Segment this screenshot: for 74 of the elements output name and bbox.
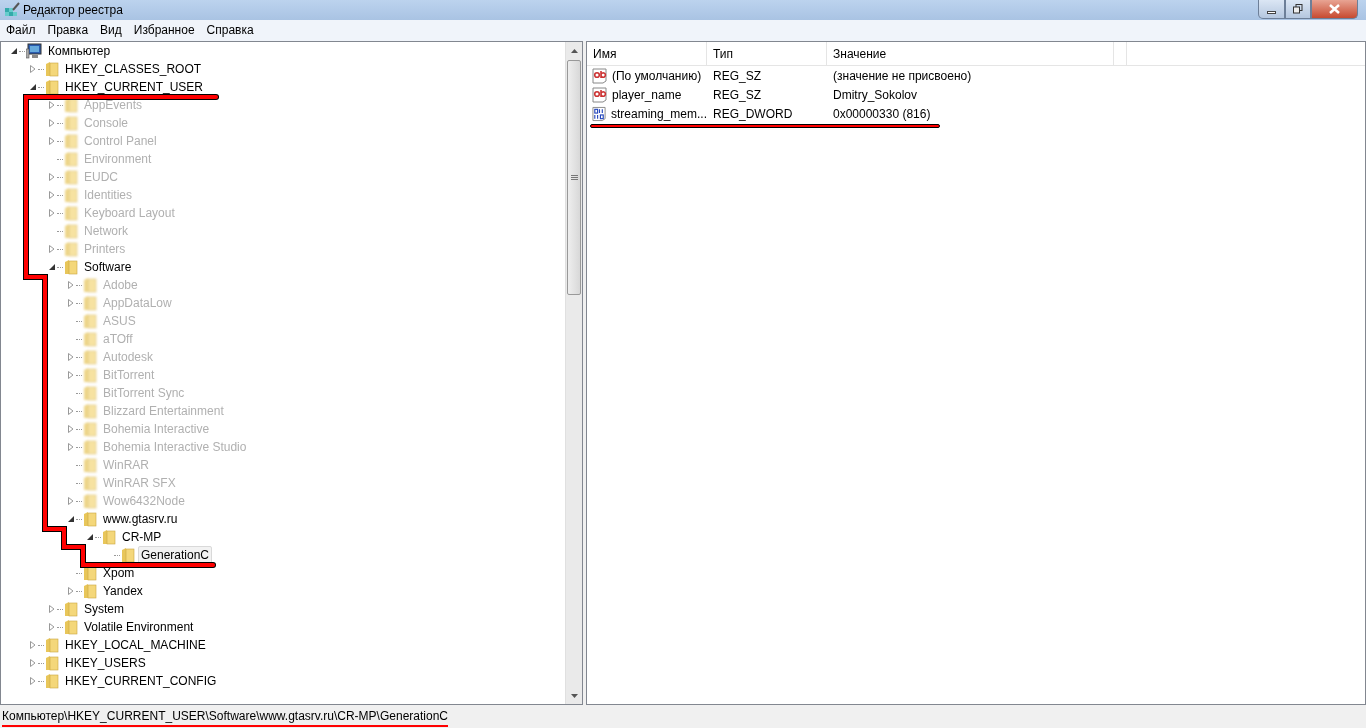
tree-item[interactable]: CR-MP <box>119 528 165 546</box>
tree-item[interactable]: System <box>81 600 127 618</box>
outline-triangle-icon[interactable] <box>29 659 37 667</box>
value-type: REG_DWORD <box>712 105 794 123</box>
outline-triangle-icon[interactable] <box>48 209 56 217</box>
tree-item[interactable]: HKEY_CURRENT_CONFIG <box>62 672 220 690</box>
filled-triangle-icon[interactable] <box>67 515 75 523</box>
status-bar-path: Компьютер\HKEY_CURRENT_USER\Software\www.gtasrv.ru\CR-MP\GenerationC <box>2 706 448 727</box>
value-type: REG_SZ <box>712 67 762 85</box>
outline-triangle-icon[interactable] <box>67 587 75 595</box>
grip-icon <box>570 175 578 180</box>
string-value-icon <box>592 86 608 103</box>
minimize-icon <box>1267 10 1276 14</box>
outline-triangle-icon[interactable] <box>67 425 75 433</box>
outline-triangle-icon[interactable] <box>48 245 56 253</box>
outline-triangle-icon[interactable] <box>67 299 75 307</box>
outline-triangle-icon[interactable] <box>67 353 75 361</box>
value-name[interactable]: player_name <box>612 85 682 104</box>
close-button[interactable] <box>1311 0 1358 19</box>
filled-triangle-icon[interactable] <box>10 47 18 55</box>
tree-item[interactable]: HKEY_LOCAL_MACHINE <box>62 636 209 654</box>
tree-item[interactable]: Volatile Environment <box>81 618 197 636</box>
outline-triangle-icon[interactable] <box>29 677 37 685</box>
outline-triangle-icon[interactable] <box>67 497 75 505</box>
outline-triangle-icon[interactable] <box>29 65 37 73</box>
menu-item[interactable]: Вид <box>94 21 128 40</box>
outline-triangle-icon[interactable] <box>48 173 56 181</box>
outline-triangle-icon[interactable] <box>48 101 56 109</box>
menu-item[interactable]: Файл <box>0 21 42 40</box>
outline-triangle-icon[interactable] <box>48 137 56 145</box>
tree-item[interactable]: HKEY_USERS <box>62 654 149 672</box>
value-data: 0x00000330 (816) <box>833 106 931 121</box>
vertical-scrollbar[interactable] <box>565 42 582 704</box>
minimize-button[interactable] <box>1258 0 1285 19</box>
registry-editor-icon <box>4 2 20 18</box>
tree-item[interactable]: HKEY_CURRENT_USER <box>62 78 207 96</box>
outline-triangle-icon[interactable] <box>48 191 56 199</box>
tree-item[interactable]: www.gtasrv.ru <box>100 510 181 528</box>
value-name[interactable]: streaming_mem... <box>610 104 707 123</box>
filled-triangle-icon[interactable] <box>86 533 94 541</box>
filled-triangle-icon[interactable] <box>48 263 56 271</box>
tree-item[interactable]: Software <box>81 258 135 276</box>
menu-item[interactable]: Справка <box>200 21 260 40</box>
tree-item[interactable]: Компьютер <box>45 42 114 60</box>
tree-item[interactable]: Xpom <box>100 564 138 582</box>
outline-triangle-icon[interactable] <box>67 371 75 379</box>
value-data: (значение не присвоено) <box>833 68 972 83</box>
column-header[interactable]: Тип <box>707 42 827 65</box>
scroll-down-icon[interactable] <box>570 693 578 698</box>
scroll-up-icon[interactable] <box>570 48 578 53</box>
string-value-icon <box>592 67 608 84</box>
outline-triangle-icon[interactable] <box>48 119 56 127</box>
filled-triangle-icon[interactable] <box>29 83 37 91</box>
outline-triangle-icon[interactable] <box>67 443 75 451</box>
value-name[interactable]: (По умолчанию) <box>612 66 702 85</box>
window-title: Редактор реестра <box>22 2 123 19</box>
restore-icon <box>1293 4 1303 14</box>
tree-item[interactable]: Yandex <box>100 582 146 600</box>
outline-triangle-icon[interactable] <box>67 281 75 289</box>
outline-triangle-icon[interactable] <box>29 641 37 649</box>
binary-value-icon <box>592 105 607 122</box>
scroll-thumb[interactable] <box>567 60 581 295</box>
column-header[interactable]: Имя <box>587 42 707 65</box>
close-icon <box>1329 4 1340 14</box>
menu-item[interactable]: Избранное <box>127 21 201 40</box>
value-type: REG_SZ <box>712 86 762 104</box>
outline-triangle-icon[interactable] <box>48 605 56 613</box>
value-data: Dmitry_Sokolov <box>833 87 918 102</box>
outline-triangle-icon[interactable] <box>67 407 75 415</box>
outline-triangle-icon[interactable] <box>48 623 56 631</box>
menu-item[interactable]: Правка <box>41 21 95 40</box>
tree-item[interactable]: HKEY_CLASSES_ROOT <box>62 60 205 78</box>
column-header[interactable]: Значение <box>827 42 1114 65</box>
restore-button[interactable] <box>1285 0 1311 19</box>
